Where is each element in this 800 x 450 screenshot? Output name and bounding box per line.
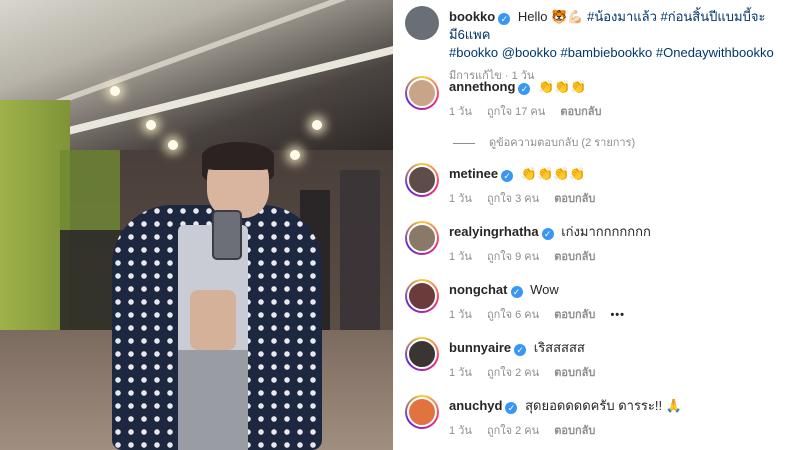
- comment-text: เก่งมากกกกกกก: [561, 224, 651, 239]
- reply-button[interactable]: ตอบกลับ: [554, 367, 595, 379]
- comment-text: เริสสสสส: [533, 340, 585, 355]
- avatar[interactable]: [405, 221, 439, 255]
- comment-text: 👏👏👏👏: [520, 166, 586, 181]
- comment-time: 1 วัน: [449, 367, 472, 379]
- comment-username[interactable]: bunnyaire: [449, 340, 511, 355]
- avatar[interactable]: [405, 279, 439, 313]
- verified-badge-icon: ✓: [501, 170, 514, 182]
- comment-likes[interactable]: ถูกใจ 3 คน: [487, 193, 539, 205]
- comment-text: สุดยอดดดดครับ ดารระ!! 🙏: [525, 398, 682, 413]
- divider: [453, 142, 475, 144]
- post-photo: [0, 0, 393, 450]
- reply-button[interactable]: ตอบกลับ: [554, 425, 595, 437]
- reply-button[interactable]: ตอบกลับ: [560, 106, 601, 118]
- comment-username[interactable]: anuchyd: [449, 398, 502, 413]
- comment-username[interactable]: metinee: [449, 166, 498, 181]
- post-author-username[interactable]: bookko: [449, 9, 495, 24]
- comment-likes[interactable]: ถูกใจ 2 คน: [487, 425, 539, 437]
- avatar[interactable]: [405, 337, 439, 371]
- comment-likes[interactable]: ถูกใจ 9 คน: [487, 251, 539, 263]
- avatar[interactable]: [405, 395, 439, 429]
- gym-machine: [340, 170, 380, 330]
- comment-time: 1 วัน: [449, 251, 472, 263]
- verified-badge-icon: ✓: [505, 402, 518, 414]
- person-hair: [202, 142, 274, 170]
- phone: [212, 210, 242, 260]
- verified-badge-icon: ✓: [510, 286, 523, 298]
- comments-panel: bookko ✓ Hello 🐯💪🏻 #น้องมาแล้ว #ก่อนสิ้นป…: [393, 0, 800, 450]
- comment-likes[interactable]: ถูกใจ 6 คน: [487, 309, 539, 321]
- comment-text: Wow: [530, 282, 559, 297]
- caption-text: Hello: [517, 9, 548, 24]
- person-pants: [178, 350, 248, 450]
- verified-badge-icon: ✓: [518, 83, 531, 95]
- comment-time: 1 วัน: [449, 106, 472, 118]
- comment-time: 1 วัน: [449, 309, 472, 321]
- ceiling-light: [146, 120, 156, 130]
- ceiling-light: [168, 140, 178, 150]
- verified-badge-icon: ✓: [498, 13, 511, 25]
- view-replies-button[interactable]: ดูข้อความตอบกลับ (2 รายการ): [453, 133, 635, 151]
- caption-hashtags[interactable]: #bookko @bookko #bambiebookko #Onedaywit…: [449, 44, 794, 62]
- comment-time: 1 วัน: [449, 193, 472, 205]
- caption-emoji: 🐯💪🏻: [551, 9, 584, 24]
- verified-badge-icon: ✓: [514, 344, 527, 356]
- view-replies-label: ดูข้อความตอบกลับ (2 รายการ): [489, 137, 636, 149]
- avatar[interactable]: [405, 6, 439, 40]
- comment-username[interactable]: realyingrhatha: [449, 224, 539, 239]
- ceiling-light: [110, 86, 120, 96]
- reply-button[interactable]: ตอบกลับ: [554, 193, 595, 205]
- comment-username[interactable]: annethong: [449, 79, 515, 94]
- comment-username[interactable]: nongchat: [449, 282, 508, 297]
- more-options-icon[interactable]: •••: [610, 309, 625, 321]
- comment-likes[interactable]: ถูกใจ 2 คน: [487, 367, 539, 379]
- reply-button[interactable]: ตอบกลับ: [554, 309, 595, 321]
- caption-hashtags[interactable]: #น้องมาแล้ว #ก่อนสิ้นปีแบมบี้จะมี6แพค: [449, 9, 765, 42]
- comment-text: 👏👏👏: [538, 79, 587, 94]
- comment-time: 1 วัน: [449, 425, 472, 437]
- avatar[interactable]: [405, 163, 439, 197]
- ceiling-light: [312, 120, 322, 130]
- reply-button[interactable]: ตอบกลับ: [554, 251, 595, 263]
- verified-badge-icon: ✓: [541, 228, 554, 240]
- ceiling-light: [290, 150, 300, 160]
- person-abs: [190, 290, 236, 350]
- avatar[interactable]: [405, 76, 439, 110]
- comment-likes[interactable]: ถูกใจ 17 คน: [487, 106, 545, 118]
